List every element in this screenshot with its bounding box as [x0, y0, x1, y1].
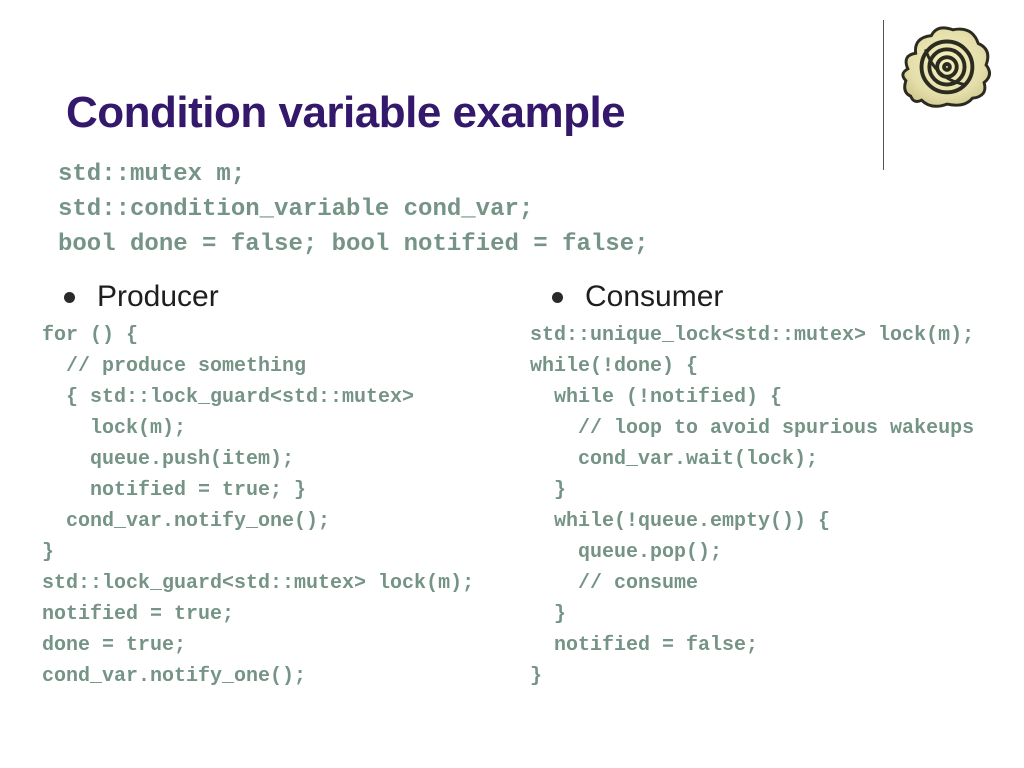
- consumer-column: Consumer std::unique_lock<std::mutex> lo…: [524, 280, 988, 692]
- slide-title: Condition variable example: [66, 88, 988, 138]
- producer-heading-text: Producer: [97, 280, 219, 314]
- snail-icon: [896, 20, 1002, 108]
- columns: Producer for () { // produce something {…: [36, 280, 988, 692]
- slide: Condition variable example std::mutex m;…: [0, 0, 1024, 768]
- decl-line: bool done = false; bool notified = false…: [58, 228, 988, 263]
- decl-line: std::condition_variable cond_var;: [58, 193, 988, 228]
- bullet-icon: [552, 292, 563, 303]
- decl-line: std::mutex m;: [58, 158, 988, 193]
- declarations-block: std::mutex m; std::condition_variable co…: [58, 158, 988, 262]
- producer-code: for () { // produce something { std::loc…: [42, 320, 500, 692]
- logo-divider: [883, 20, 884, 170]
- consumer-heading: Consumer: [552, 280, 988, 314]
- producer-column: Producer for () { // produce something {…: [36, 280, 500, 692]
- producer-heading: Producer: [64, 280, 500, 314]
- consumer-heading-text: Consumer: [585, 280, 723, 314]
- bullet-icon: [64, 292, 75, 303]
- consumer-code: std::unique_lock<std::mutex> lock(m); wh…: [530, 320, 988, 692]
